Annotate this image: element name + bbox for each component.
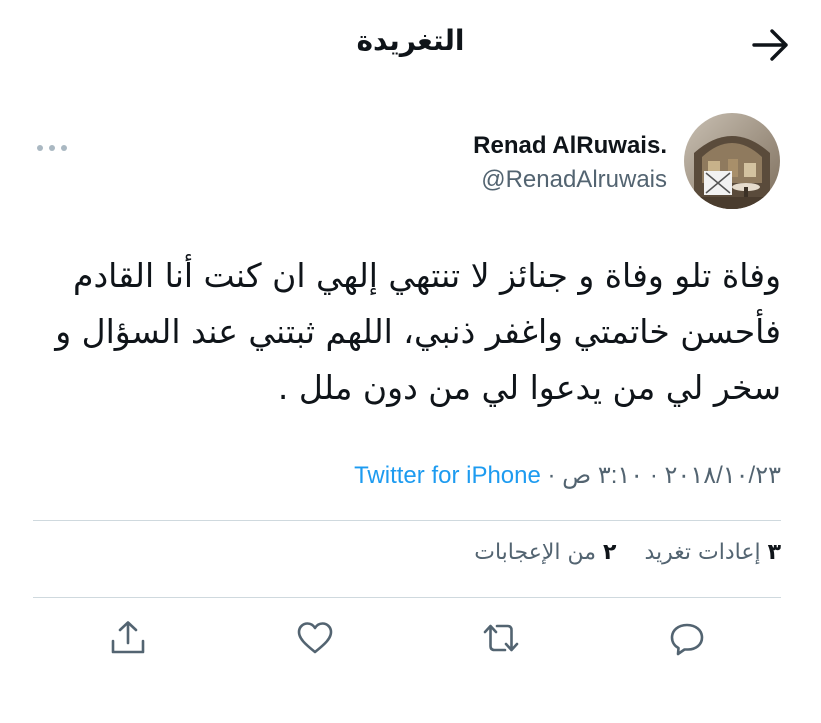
avatar[interactable] xyxy=(684,113,780,209)
tweet-meta: ٢٠١٨/١٠/٢٣ · ٣:١٠ ص · Twitter for iPhone xyxy=(21,461,781,490)
more-options-button[interactable] xyxy=(36,140,68,154)
divider xyxy=(33,597,781,598)
retweet-icon xyxy=(483,624,519,652)
tweet-source-link[interactable]: Twitter for iPhone xyxy=(354,462,541,489)
retweets-label: إعادات تغريد xyxy=(644,540,761,565)
like-button[interactable] xyxy=(295,618,335,658)
share-button[interactable] xyxy=(108,618,148,658)
share-icon xyxy=(111,621,145,654)
likes-count: ٢ xyxy=(603,540,617,565)
reply-button[interactable] xyxy=(667,618,707,658)
retweets-count: ٣ xyxy=(767,540,781,565)
reply-icon xyxy=(670,623,704,656)
author-display-name[interactable]: Renad AlRuwais. xyxy=(473,132,667,160)
meta-separator: · xyxy=(643,462,665,489)
engagement-stats: ٣ إعادات تغريد ٢ من الإعجابات xyxy=(474,540,781,565)
likes-stat[interactable]: ٢ من الإعجابات xyxy=(474,540,616,565)
meta-separator: · xyxy=(540,462,563,489)
tweet-date: ٢٠١٨/١٠/٢٣ xyxy=(664,462,781,489)
page-title: التغريدة xyxy=(356,24,465,57)
divider xyxy=(33,520,781,521)
retweet-button[interactable] xyxy=(481,618,521,658)
top-bar: التغريدة xyxy=(0,0,821,90)
avatar-photo xyxy=(684,113,780,209)
likes-label: من الإعجابات xyxy=(474,540,597,565)
tweet-time: ٣:١٠ ص xyxy=(562,462,644,489)
retweets-stat[interactable]: ٣ إعادات تغريد xyxy=(644,540,781,565)
author-handle[interactable]: @RenadAlruwais xyxy=(481,166,667,194)
more-dots-icon xyxy=(37,145,67,151)
heart-icon xyxy=(297,622,333,654)
tweet-text: وفاة تلو وفاة و جنائز لا تنتهي إلهي ان ك… xyxy=(55,256,781,407)
